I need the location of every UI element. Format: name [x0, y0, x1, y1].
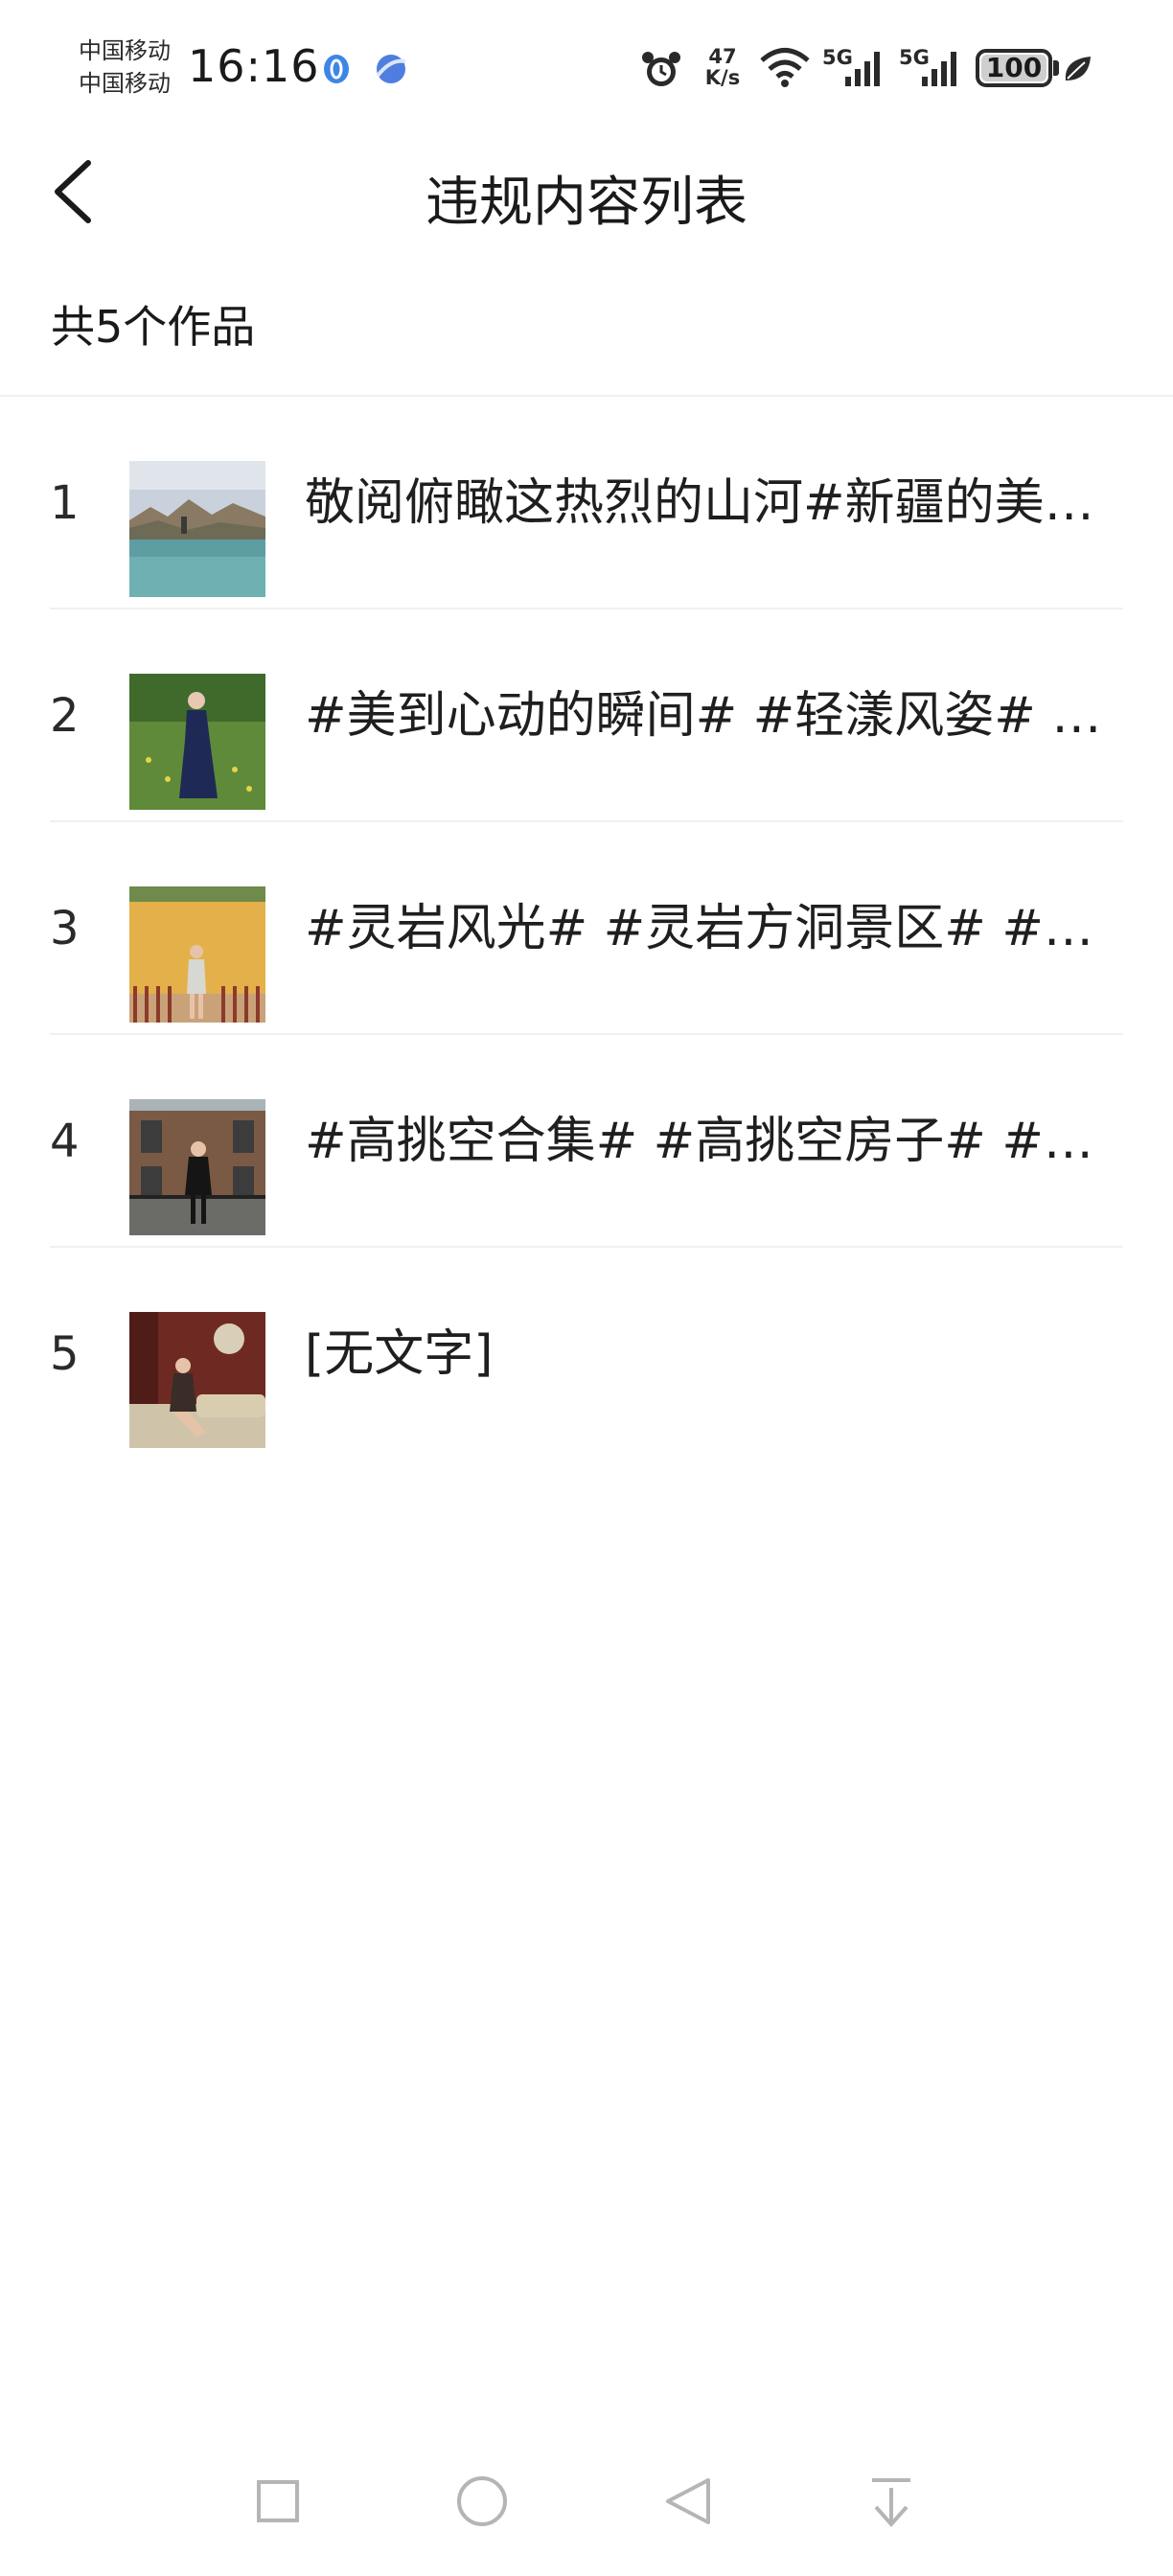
thumbnail-woman-in-meadow[interactable] — [129, 674, 265, 810]
browser-notification-icon — [376, 55, 406, 83]
signal-icon-2 — [922, 52, 956, 86]
item-index: 3 — [50, 902, 80, 955]
list-item[interactable]: 1 敬阅俯瞰这热烈的山河#新疆的美不… — [0, 397, 1173, 610]
carrier-2: 中国移动 — [79, 70, 171, 97]
thumbnail-woman-in-interior[interactable] — [129, 1312, 265, 1448]
list-item[interactable]: 4 #高挑空合集# #高挑空房子# #空… — [0, 1035, 1173, 1248]
page-title: 违规内容列表 — [426, 172, 748, 234]
item-index: 1 — [50, 476, 80, 530]
item-caption: [无文字] — [305, 1325, 494, 1383]
back-triangle-icon — [666, 2478, 710, 2524]
carrier-labels: 中国移动 中国移动 — [79, 34, 184, 100]
wifi-icon — [760, 48, 810, 87]
signal-icon — [845, 52, 880, 86]
item-index: 2 — [50, 689, 80, 743]
home-circle-icon — [457, 2476, 507, 2526]
speed-unit: K/s — [704, 66, 741, 89]
recents-square-icon — [257, 2480, 299, 2522]
thumbnail-woman-by-yellow-wall[interactable] — [129, 886, 265, 1023]
back-nav-button[interactable] — [639, 2453, 735, 2549]
item-caption: #灵岩风光# #灵岩方洞景区# #灵… — [305, 900, 1119, 957]
item-caption: #美到心动的瞬间# #轻漾风姿# #… — [305, 687, 1119, 745]
network-speed: 47 K/s — [700, 46, 746, 88]
recents-button[interactable] — [230, 2453, 326, 2549]
app-notification-icon — [324, 55, 349, 83]
battery-icon: 100 — [976, 49, 1052, 87]
eco-leaf-icon — [1065, 57, 1091, 80]
list-item[interactable]: 5 [无文字] — [0, 1248, 1173, 1460]
alarm-icon — [642, 52, 680, 86]
home-button[interactable] — [434, 2453, 530, 2549]
notification-pull-button[interactable] — [843, 2453, 939, 2549]
battery-cap — [1053, 60, 1059, 76]
battery-level: 100 — [985, 52, 1043, 83]
carrier-1: 中国移动 — [79, 37, 171, 64]
status-time: 16:16 — [188, 40, 320, 92]
speed-value: 47 — [708, 45, 737, 68]
item-index: 4 — [50, 1115, 80, 1168]
header: 违规内容列表 — [0, 134, 1173, 249]
screen: 中国移动 中国移动 16:16 47 K/s 5G 5G 100 违规内容列表 … — [0, 0, 1173, 2576]
violation-list: 1 敬阅俯瞰这热烈的山河#新疆的美不… 2 #美到心动的瞬间# #轻漾风姿# #… — [0, 397, 1173, 1460]
list-item[interactable]: 2 #美到心动的瞬间# #轻漾风姿# #… — [0, 610, 1173, 822]
item-caption: 敬阅俯瞰这热烈的山河#新疆的美不… — [305, 474, 1119, 532]
status-bar: 中国移动 中国移动 16:16 47 K/s 5G 5G 100 — [0, 0, 1173, 134]
thumbnail-lake-landscape[interactable] — [129, 461, 265, 597]
list-item[interactable]: 3 #灵岩风光# #灵岩方洞景区# #灵… — [0, 822, 1173, 1035]
item-index: 5 — [50, 1327, 80, 1381]
item-caption: #高挑空合集# #高挑空房子# #空… — [305, 1113, 1119, 1170]
thumbnail-woman-by-brick-building[interactable] — [129, 1099, 265, 1235]
pull-down-icon — [872, 2478, 910, 2528]
works-count: 共5个作品 — [51, 301, 256, 353]
system-nav-bar — [0, 2453, 1173, 2576]
